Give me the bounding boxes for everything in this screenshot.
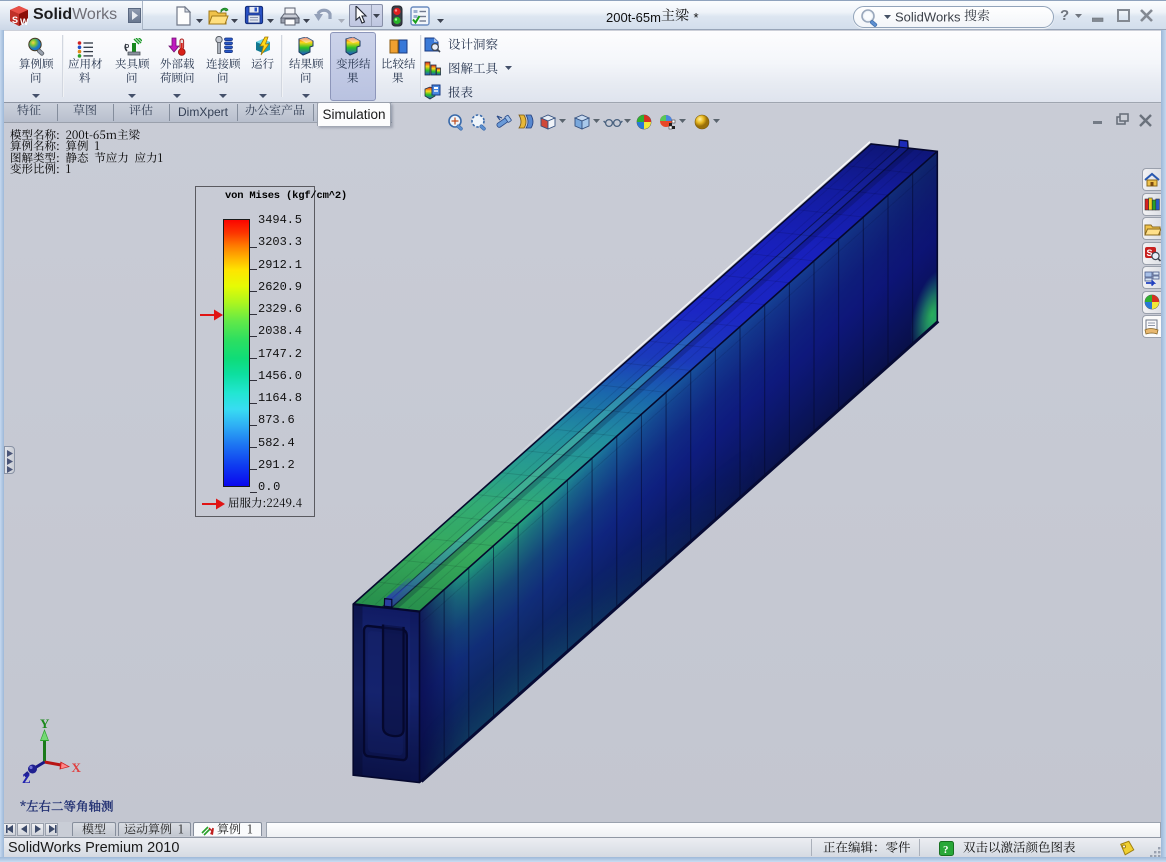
svg-text:?: ? — [943, 844, 949, 856]
svg-text:Y: Y — [40, 716, 50, 731]
svg-text:X: X — [72, 760, 82, 775]
svg-text:Z: Z — [22, 771, 31, 785]
